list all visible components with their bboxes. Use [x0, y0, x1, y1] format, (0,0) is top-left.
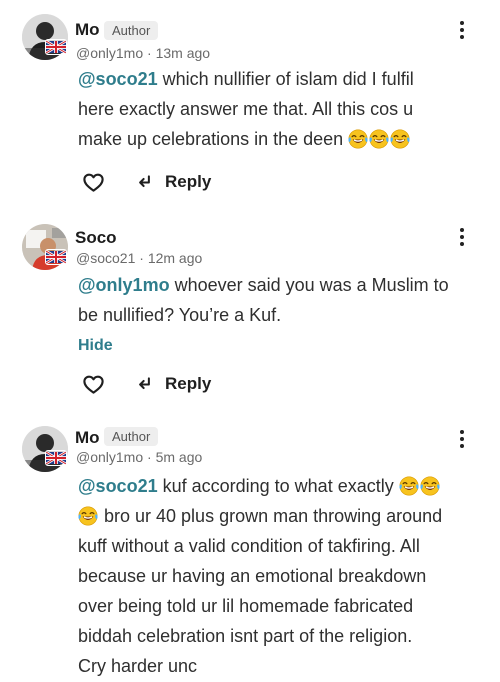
mention-link[interactable]: @soco21 [78, 476, 158, 496]
body-line-2: here exactly answer me that. All this co… [78, 99, 414, 119]
handle[interactable]: @soco21 [76, 250, 135, 266]
mention-link[interactable]: @only1mo [78, 275, 170, 295]
body-line-2: bro ur 40 plus grown man throwing around [99, 506, 443, 526]
comment-body: @soco21 which nullifier of islam did I f… [78, 64, 483, 154]
more-options-icon[interactable] [452, 224, 472, 250]
laughing-emoji-icon [78, 506, 98, 526]
author-name[interactable]: Mo [75, 20, 100, 40]
handle-and-time: @only1mo · 5m ago [76, 449, 202, 465]
body-line-1: which nullifier of islam did I fulfil [157, 69, 414, 89]
more-options-icon[interactable] [452, 426, 472, 452]
body-line-3: kuff without a valid condition of takfir… [78, 536, 420, 556]
uk-flag-icon [45, 39, 67, 55]
body-line-1: kuf according to what exactly [157, 476, 394, 496]
reply-button[interactable]: Reply [165, 172, 211, 192]
body-line-4: because ur having an emotional breakdown [78, 566, 427, 586]
body-line-6: biddah celebration isnt part of the reli… [78, 626, 413, 646]
handle[interactable]: @only1mo [76, 45, 143, 61]
timestamp: 13m ago [155, 45, 211, 61]
handle[interactable]: @only1mo [76, 449, 143, 465]
like-heart-icon[interactable] [82, 373, 105, 396]
separator: · [143, 449, 156, 465]
laughing-emoji-icon [369, 129, 389, 149]
laughing-emoji-icon [348, 129, 368, 149]
separator: · [143, 45, 156, 61]
like-heart-icon[interactable] [82, 171, 105, 194]
reply-icon[interactable] [134, 172, 155, 193]
comment-2: Soco @soco21 · 12m ago @only1mo whoever … [0, 208, 500, 413]
handle-and-time: @only1mo · 13m ago [76, 45, 210, 61]
body-line-3: make up celebrations in the deen [78, 129, 344, 149]
author-badge: Author [104, 427, 159, 446]
author-badge: Author [104, 21, 159, 40]
comment-body: @only1mo whoever said you was a Muslim t… [78, 270, 483, 330]
more-options-icon[interactable] [452, 17, 472, 43]
body-line-1: whoever said you was a Muslim to [169, 275, 449, 295]
timestamp: 5m ago [155, 449, 203, 465]
uk-flag-icon [45, 249, 67, 265]
body-line-5: over being told ur lil homemade fabricat… [78, 596, 414, 616]
author-name[interactable]: Soco [75, 228, 117, 248]
reply-button[interactable]: Reply [165, 374, 211, 394]
laughing-emoji-icon [390, 129, 410, 149]
laugh-emoji-icons [343, 129, 411, 149]
separator: · [135, 250, 148, 266]
body-line-7: Cry harder unc [78, 656, 198, 676]
author-name[interactable]: Mo [75, 428, 100, 448]
timestamp: 12m ago [147, 250, 203, 266]
comment-1: Mo Author @only1mo · 13m ago @soco21 whi… [0, 0, 500, 208]
uk-flag-icon [45, 450, 67, 466]
handle-and-time: @soco21 · 12m ago [76, 250, 202, 266]
reply-icon[interactable] [134, 374, 155, 395]
comment-body: @soco21 kuf according to what exactly br… [78, 471, 483, 681]
laughing-emoji-icon [420, 476, 440, 496]
comment-3: Mo Author @only1mo · 5m ago @soco21 kuf … [0, 413, 500, 682]
laughing-emoji-icon [399, 476, 419, 496]
body-line-2: be nullified? You’re a Kuf. [78, 305, 282, 325]
hide-button[interactable]: Hide [78, 337, 113, 355]
mention-link[interactable]: @soco21 [78, 69, 158, 89]
